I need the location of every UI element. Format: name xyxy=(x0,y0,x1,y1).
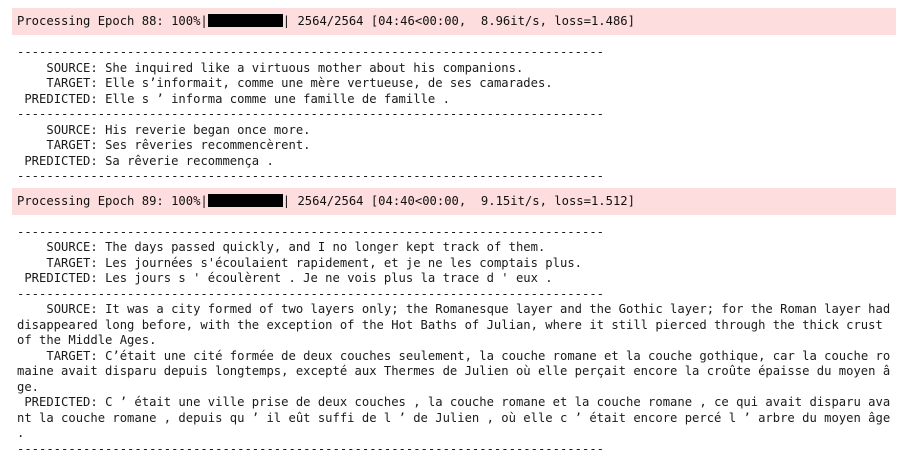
source-label: SOURCE: xyxy=(17,61,105,75)
progress-bar-epoch-89: Processing Epoch 89: 100%| | 2564/2564 [0… xyxy=(12,188,896,215)
predicted-line: PREDICTED: Les jours s ' écoulèrent . Je… xyxy=(12,271,896,287)
target-line: TARGET: Les journées s'écoulaient rapide… xyxy=(12,256,896,272)
predicted-line: PREDICTED: C ’ était une ville prise de … xyxy=(12,395,896,442)
target-text: Elle s’informait, comme une mère vertueu… xyxy=(105,76,553,90)
separator: ----------------------------------------… xyxy=(12,225,896,241)
separator: ----------------------------------------… xyxy=(12,45,896,61)
target-label: TARGET: xyxy=(17,349,105,363)
source-text: The days passed quickly, and I no longer… xyxy=(105,240,545,254)
source-line: SOURCE: His reverie began once more. xyxy=(12,123,896,139)
target-label: TARGET: xyxy=(17,138,105,152)
predicted-label: PREDICTED: xyxy=(17,154,105,168)
source-label: SOURCE: xyxy=(17,240,105,254)
progress-bar-epoch-88: Processing Epoch 88: 100%| | 2564/2564 [0… xyxy=(12,8,896,35)
predicted-label: PREDICTED: xyxy=(17,271,105,285)
progress-prefix: Processing Epoch 88: 100%| xyxy=(17,14,208,28)
target-label: TARGET: xyxy=(17,76,105,90)
predicted-line: PREDICTED: Elle s ’ informa comme une fa… xyxy=(12,92,896,108)
separator: ----------------------------------------… xyxy=(12,107,896,123)
source-text: She inquired like a virtuous mother abou… xyxy=(105,61,523,75)
source-line: SOURCE: She inquired like a virtuous mot… xyxy=(12,61,896,77)
source-text: His reverie began once more. xyxy=(105,123,310,137)
predicted-label: PREDICTED: xyxy=(17,395,105,409)
target-text: C’était une cité formée de deux couches … xyxy=(17,349,890,394)
target-text: Les journées s'écoulaient rapidement, et… xyxy=(105,256,582,270)
progress-prefix: Processing Epoch 89: 100%| xyxy=(17,194,208,208)
sample-block: SOURCE: The days passed quickly, and I n… xyxy=(12,240,896,287)
progress-fill xyxy=(208,14,283,27)
source-line: SOURCE: The days passed quickly, and I n… xyxy=(12,240,896,256)
terminal-output: Processing Epoch 88: 100%| | 2564/2564 [0… xyxy=(12,8,896,457)
sample-block: SOURCE: It was a city formed of two laye… xyxy=(12,302,896,442)
target-label: TARGET: xyxy=(17,256,105,270)
sample-block: SOURCE: His reverie began once more. TAR… xyxy=(12,123,896,170)
target-text: Ses rêveries recommencèrent. xyxy=(105,138,310,152)
source-line: SOURCE: It was a city formed of two laye… xyxy=(12,302,896,349)
predicted-label: PREDICTED: xyxy=(17,92,105,106)
separator: ----------------------------------------… xyxy=(12,442,896,457)
target-line: TARGET: Elle s’informait, comme une mère… xyxy=(12,76,896,92)
predicted-line: PREDICTED: Sa rêverie recommença . xyxy=(12,154,896,170)
progress-suffix: | 2564/2564 [04:40<00:00, 9.15it/s, loss… xyxy=(283,194,635,208)
sample-block: SOURCE: She inquired like a virtuous mot… xyxy=(12,61,896,108)
source-label: SOURCE: xyxy=(17,123,105,137)
separator: ----------------------------------------… xyxy=(12,287,896,303)
source-text: It was a city formed of two layers only;… xyxy=(17,302,898,347)
predicted-text: C ’ était une ville prise de deux couche… xyxy=(17,395,898,440)
progress-suffix: | 2564/2564 [04:46<00:00, 8.96it/s, loss… xyxy=(283,14,635,28)
predicted-text: Les jours s ' écoulèrent . Je ne vois pl… xyxy=(105,271,553,285)
progress-fill xyxy=(208,194,283,207)
separator: ----------------------------------------… xyxy=(12,169,896,185)
target-line: TARGET: Ses rêveries recommencèrent. xyxy=(12,138,896,154)
predicted-text: Sa rêverie recommença . xyxy=(105,154,274,168)
source-label: SOURCE: xyxy=(17,302,105,316)
predicted-text: Elle s ’ informa comme une famille de fa… xyxy=(105,92,450,106)
target-line: TARGET: C’était une cité formée de deux … xyxy=(12,349,896,396)
